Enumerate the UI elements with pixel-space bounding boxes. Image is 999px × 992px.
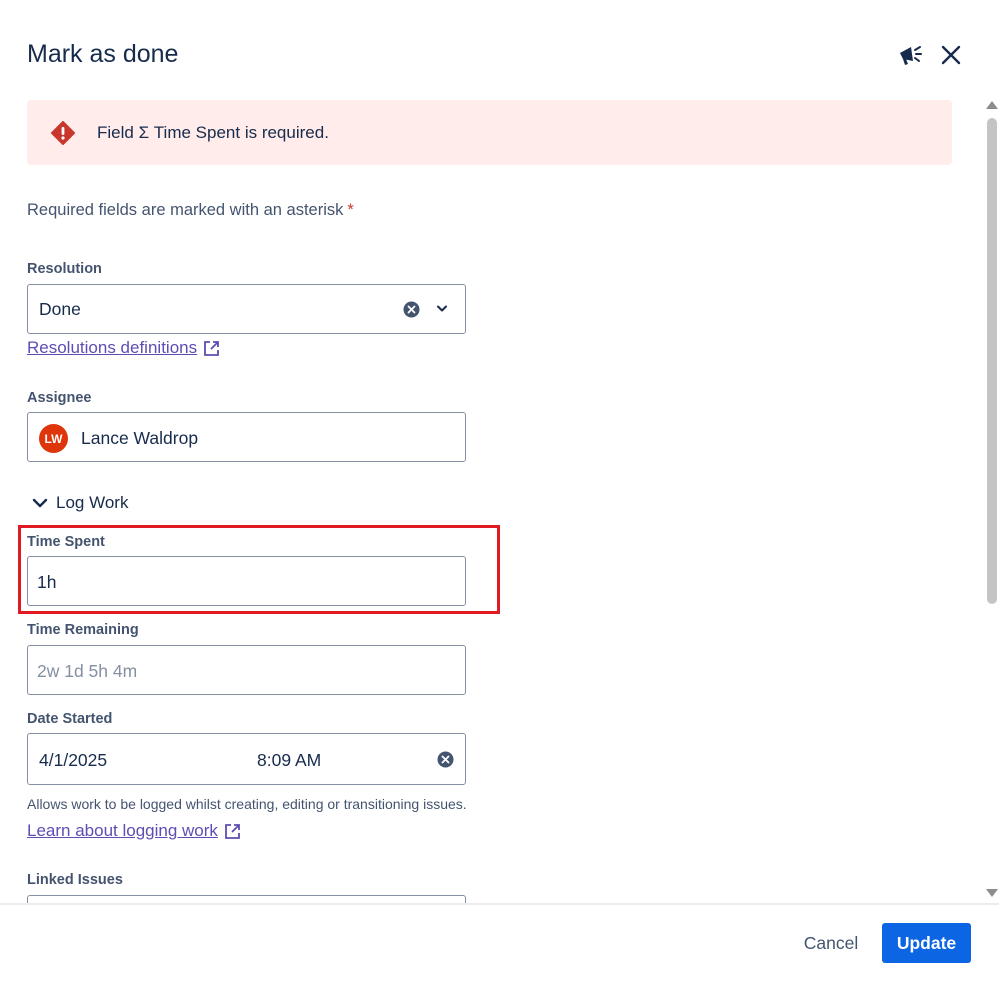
clear-icon[interactable] <box>437 751 454 768</box>
external-link-icon <box>204 340 220 356</box>
cancel-button[interactable]: Cancel <box>790 923 872 963</box>
date-started-date[interactable]: 4/1/2025 <box>39 750 107 771</box>
time-spent-value: 1h <box>37 572 57 592</box>
time-remaining-placeholder: 2w 1d 5h 4m <box>37 661 138 681</box>
error-banner: Field Σ Time Spent is required. <box>27 100 952 165</box>
time-remaining-input[interactable]: 2w 1d 5h 4m <box>27 645 466 695</box>
resolution-value: Done <box>39 299 81 319</box>
date-started-time[interactable]: 8:09 AM <box>257 750 321 771</box>
close-button[interactable] <box>934 38 968 72</box>
learn-link-text: Learn about logging work <box>27 821 218 840</box>
clear-icon[interactable] <box>403 301 420 318</box>
chevron-down-icon <box>32 498 48 508</box>
time-remaining-label: Time Remaining <box>27 622 139 638</box>
time-spent-label: Time Spent <box>27 534 105 550</box>
scroll-up-arrow-icon[interactable] <box>986 101 998 109</box>
assignee-field[interactable]: LW Lance Waldrop <box>27 412 466 462</box>
avatar: LW <box>39 424 68 453</box>
external-link-icon <box>225 823 240 839</box>
resolution-select[interactable]: Done <box>27 284 466 334</box>
scrollbar-thumb[interactable] <box>987 118 997 604</box>
time-spent-input[interactable]: 1h <box>27 556 466 606</box>
resolutions-link-text: Resolutions definitions <box>27 338 198 357</box>
assignee-label: Assignee <box>27 390 92 406</box>
footer-divider <box>0 903 999 905</box>
feedback-button[interactable] <box>893 38 927 72</box>
required-asterisk: * <box>347 201 354 219</box>
resolution-label: Resolution <box>27 261 102 277</box>
learn-logging-work-link[interactable]: Learn about logging work <box>27 821 241 841</box>
chevron-down-icon[interactable] <box>436 304 448 314</box>
close-icon <box>941 45 961 65</box>
dialog-title: Mark as done <box>27 40 179 68</box>
linked-issues-label: Linked Issues <box>27 872 123 888</box>
resolutions-definitions-link[interactable]: Resolutions definitions <box>27 338 220 358</box>
update-button[interactable]: Update <box>882 923 971 963</box>
log-work-help-text: Allows work to be logged whilst creating… <box>27 796 467 812</box>
log-work-label: Log Work <box>56 493 129 512</box>
required-fields-note: Required fields are marked with an aster… <box>27 201 354 220</box>
megaphone-icon <box>900 46 922 65</box>
date-started-field[interactable]: 4/1/2025 8:09 AM <box>27 733 466 785</box>
error-message: Field Σ Time Spent is required. <box>97 123 329 142</box>
log-work-toggle[interactable]: Log Work <box>32 493 128 513</box>
assignee-name: Lance Waldrop <box>81 428 199 448</box>
scroll-down-arrow-icon[interactable] <box>986 889 998 897</box>
date-started-label: Date Started <box>27 711 113 727</box>
error-icon <box>51 121 75 145</box>
required-note-text: Required fields are marked with an aster… <box>27 201 344 219</box>
